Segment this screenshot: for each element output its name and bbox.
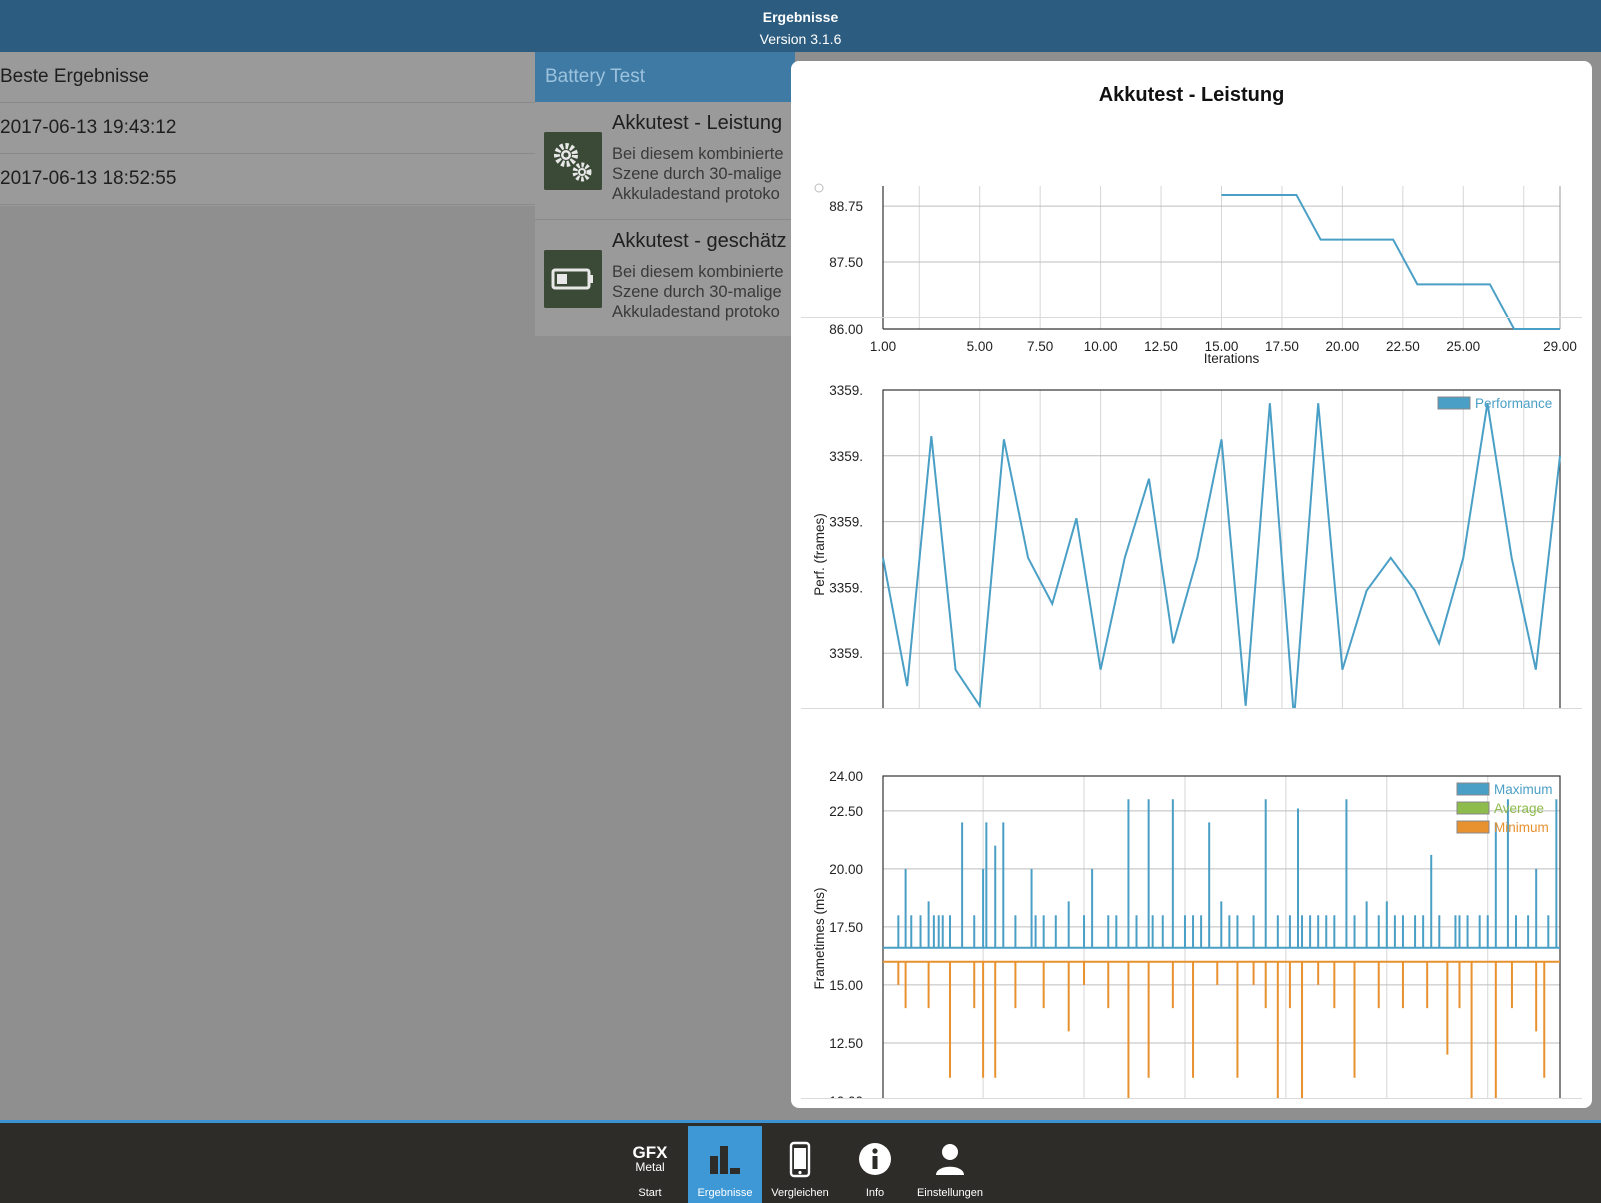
frametimes-chart: 2.01250.0500.0750.01000.1250.1500.1679.1… <box>812 769 1561 1099</box>
legend-swatch <box>1456 820 1490 834</box>
test-item-performance[interactable]: Akkutest - Leistung Bei diesem kombinier… <box>535 102 795 220</box>
tab-label: Ergebnisse <box>697 1187 753 1199</box>
legend-label: Performance <box>1475 396 1552 411</box>
battery-test-panel: Battery Test Akkutest - Leistung Bei die… <box>535 52 795 336</box>
y-axis-label: Perf. (frames) <box>812 513 827 596</box>
test-title: Akkutest - geschätz <box>612 230 787 252</box>
gears-icon <box>544 132 602 190</box>
battery-icon <box>544 250 602 308</box>
y-tick-label: 3359. <box>829 580 863 595</box>
y-tick-label: 17.50 <box>829 920 863 935</box>
test-desc-line: Szene durch 30-malige <box>612 283 782 301</box>
y-tick-label: 88.75 <box>829 199 863 214</box>
version-label: Version 3.1.6 <box>759 31 842 47</box>
test-item-estimated[interactable]: Akkutest - geschätz Bei diesem kombinier… <box>535 220 795 336</box>
tab-bar: GFX Metal Start Ergebnisse Vergleichen I… <box>0 1120 1601 1203</box>
legend-swatch <box>1456 801 1490 815</box>
best-results-title: Beste Ergebnisse <box>0 52 535 103</box>
test-title: Akkutest - Leistung <box>612 112 783 134</box>
test-description: Bei diesem kombinierte Szene durch 30-ma… <box>612 144 784 204</box>
logo-line: Metal <box>635 1160 665 1174</box>
tab-label: Einstellungen <box>916 1187 984 1199</box>
tab-start[interactable]: GFX Metal Start <box>613 1126 687 1203</box>
info-icon <box>859 1143 891 1175</box>
test-desc-line: Bei diesem kombinierte <box>612 145 784 163</box>
result-item[interactable]: 2017-06-13 19:43:12 <box>0 103 535 154</box>
results-popover: Akkutest - Leistung 1.00 5.00 7.50 10.00 12.… <box>791 61 1592 1108</box>
test-desc-line: Bei diesem kombinierte <box>612 263 784 281</box>
y-tick-label: 3359. <box>829 449 863 464</box>
y-axis-label: Frametimes (ms) <box>812 888 827 990</box>
page-title: Ergebnisse <box>762 9 839 25</box>
y-tick-label: 24.00 <box>829 769 863 784</box>
legend-label: Average <box>1494 801 1544 816</box>
tab-label: Vergleichen <box>771 1187 829 1199</box>
y-tick-label: 12.50 <box>829 1036 863 1051</box>
performance-chart: 1.005.007.5010.0012.5015.0017.5020.0022.… <box>812 383 1561 708</box>
test-desc-line: Akkuladestand protoko <box>612 185 780 203</box>
y-tick-label: 87.50 <box>829 255 863 270</box>
legend-label: Minimum <box>1494 820 1549 835</box>
result-item[interactable]: 2017-06-13 18:52:55 <box>0 154 535 205</box>
chart-separator <box>801 1098 1582 1099</box>
tab-info[interactable]: Info <box>838 1126 912 1203</box>
y-tick-label: 3359. <box>829 383 863 398</box>
legend-label: Maximum <box>1494 782 1553 797</box>
y-tick-label: 3359. <box>829 515 863 530</box>
test-desc-line: Akkuladestand protoko <box>612 303 780 321</box>
tab-ergebnisse[interactable]: Ergebnisse <box>688 1126 762 1203</box>
y-tick-label: 15.00 <box>829 978 863 993</box>
test-desc-line: Szene durch 30-malige <box>612 165 782 183</box>
phone-icon <box>789 1141 811 1178</box>
y-tick-label: 22.50 <box>829 804 863 819</box>
loading-indicator <box>814 183 824 193</box>
legend-swatch <box>1456 782 1490 796</box>
person-icon <box>936 1144 964 1175</box>
logo-line: GFX <box>632 1143 668 1162</box>
test-description: Bei diesem kombinierte Szene durch 30-ma… <box>612 262 784 322</box>
tab-einstellungen[interactable]: Einstellungen <box>913 1126 987 1203</box>
best-results-panel: Beste Ergebnisse 2017-06-13 19:43:12 201… <box>0 52 535 206</box>
tab-label: Start <box>638 1187 662 1199</box>
popover-title: Akkutest - Leistung <box>1098 84 1285 106</box>
bar-chart-icon <box>710 1146 740 1174</box>
y-tick-label: 3359. <box>829 646 863 661</box>
tab-vergleichen[interactable]: Vergleichen <box>763 1126 837 1203</box>
gfx-metal-logo: GFX Metal <box>630 1140 670 1180</box>
tab-label: Info <box>865 1187 885 1199</box>
title-bar: Ergebnisse Version 3.1.6 <box>0 0 1601 52</box>
y-tick-label: 20.00 <box>829 862 863 877</box>
battery-test-header: Battery Test <box>535 52 795 102</box>
legend-swatch <box>1437 396 1471 410</box>
